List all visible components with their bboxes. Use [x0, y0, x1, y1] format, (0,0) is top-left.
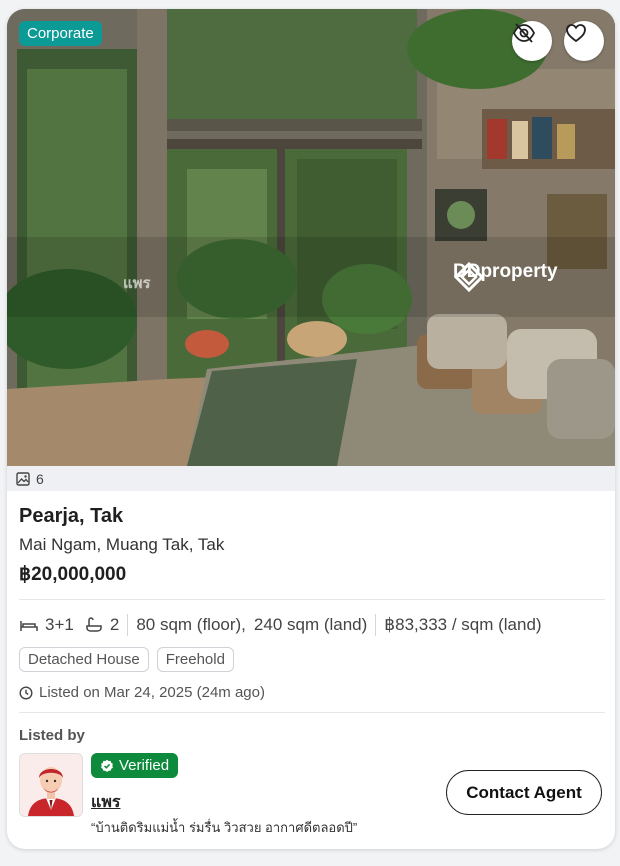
listing-location: Mai Ngam, Muang Tak, Tak	[19, 535, 225, 554]
bedrooms-count: 3+1	[45, 615, 74, 634]
contact-agent-button[interactable]: Contact Agent	[446, 770, 602, 815]
verified-label: Verified	[119, 757, 170, 774]
listing-card[interactable]: แพร DDproperty Corporate 6 Pearja, Tak M…	[7, 9, 615, 849]
bath-icon	[86, 617, 102, 632]
listing-title[interactable]: Pearja, Tak	[19, 505, 605, 528]
agent-avatar-illustration	[20, 754, 82, 816]
photo-count-bar[interactable]: 6	[7, 466, 615, 491]
agent-section: Verified แพร “บ้านติดริมแม่น้ำ ร่มรื่น ว…	[19, 753, 605, 835]
eye-off-icon	[512, 23, 536, 43]
agent-name-link[interactable]: แพร	[91, 790, 120, 815]
ddproperty-watermark: DDproperty	[453, 261, 558, 293]
photo-count: 6	[36, 470, 44, 487]
divider	[19, 599, 605, 600]
heart-icon	[566, 24, 586, 43]
badge-check-icon	[101, 759, 113, 772]
bathrooms-spec: 2	[84, 615, 119, 635]
tenure-tag: Freehold	[156, 647, 234, 672]
land-area: 240 sqm (land)	[253, 615, 368, 634]
property-type-tag: Detached House	[19, 647, 149, 672]
bedrooms-spec: 3+1	[19, 615, 74, 635]
bed-icon	[20, 621, 38, 631]
listed-by-label: Listed by	[19, 727, 85, 744]
listed-on-text: Listed on Mar 24, 2025 (24m ago)	[39, 684, 265, 701]
spec-separator	[375, 614, 377, 636]
listing-photo[interactable]: แพร DDproperty Corporate	[7, 9, 615, 466]
spec-separator	[127, 614, 129, 636]
agent-avatar[interactable]	[19, 753, 83, 817]
image-icon	[16, 471, 30, 486]
floor-area: 80 sqm (floor),	[136, 615, 246, 634]
divider	[19, 712, 605, 713]
listing-tags: Detached House Freehold	[19, 647, 605, 672]
ddproperty-logo	[453, 261, 485, 293]
corporate-badge: Corporate	[19, 21, 102, 46]
verified-badge: Verified	[91, 753, 179, 778]
hide-listing-button[interactable]	[512, 21, 552, 61]
favorite-button[interactable]	[564, 21, 604, 61]
listing-details: Pearja, Tak Mai Ngam, Muang Tak, Tak ฿20…	[19, 491, 605, 835]
agent-quote: “บ้านติดริมแม่น้ำ ร่มรื่น วิวสวย อากาศดี…	[91, 820, 358, 835]
price-per-sqm: ฿83,333 / sqm (land)	[384, 615, 542, 634]
clock-icon	[19, 685, 33, 700]
listed-on: Listed on Mar 24, 2025 (24m ago)	[19, 684, 605, 701]
watermark-agent-name: แพร	[123, 275, 151, 292]
listing-price: ฿20,000,000	[19, 564, 127, 585]
listing-specs: 3+1 2 80 sqm (floor), 240 sqm (land) ฿83…	[19, 613, 605, 637]
bathrooms-count: 2	[109, 615, 120, 634]
